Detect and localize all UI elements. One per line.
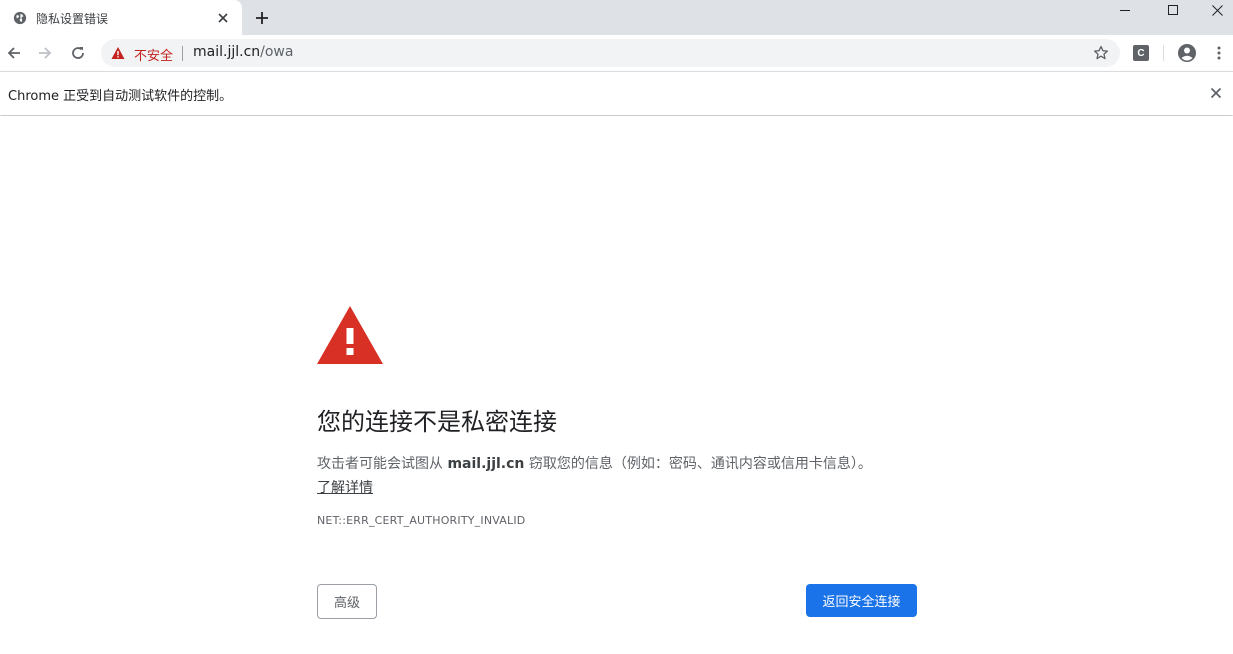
privacy-error-page: 您的连接不是私密连接 攻击者可能会试图从 mail.jjl.cn 窃取您的信息（…: [0, 116, 1233, 654]
toolbar: 不安全 mail.jjl.cn/owa C: [0, 35, 1233, 71]
infobar-message: Chrome 正受到自动测试软件的控制。: [8, 89, 233, 104]
message-prefix: 攻击者可能会试图从: [317, 456, 448, 472]
not-secure-label[interactable]: 不安全: [134, 45, 173, 64]
url-host: mail.jjl.cn: [193, 44, 261, 60]
forward-button[interactable]: [35, 43, 55, 63]
error-code[interactable]: NET::ERR_CERT_AUTHORITY_INVALID: [317, 514, 525, 527]
learn-more-link[interactable]: 了解详情: [317, 477, 373, 497]
automation-infobar: Chrome 正受到自动测试软件的控制。: [0, 71, 1233, 115]
window-close-button[interactable]: [1194, 0, 1233, 20]
minimize-icon: [1120, 10, 1130, 11]
advanced-button[interactable]: 高级: [317, 584, 377, 619]
warning-triangle-icon[interactable]: [111, 46, 125, 60]
page-title: 您的连接不是私密连接: [317, 408, 557, 436]
more-vertical-icon: [1217, 46, 1221, 60]
address-divider: [182, 46, 183, 61]
warning-triangle-large-icon: [317, 306, 383, 364]
bookmark-star-icon[interactable]: [1093, 45, 1109, 61]
extension-c-icon[interactable]: C: [1133, 45, 1149, 61]
url-text[interactable]: mail.jjl.cn/owa: [193, 44, 293, 60]
reload-icon: [72, 47, 84, 59]
tab-active[interactable]: 隐私设置错误: [0, 0, 242, 35]
window-maximize-button[interactable]: [1150, 0, 1196, 20]
chrome-menu-button[interactable]: [1211, 43, 1227, 63]
infobar-close-icon[interactable]: [1210, 87, 1222, 99]
new-tab-plus-icon[interactable]: [253, 9, 271, 27]
address-bar[interactable]: 不安全 mail.jjl.cn/owa: [101, 39, 1120, 67]
close-icon: [1211, 4, 1223, 16]
back-button[interactable]: [4, 43, 24, 63]
toolbar-divider: [1163, 45, 1164, 61]
tab-strip: 隐私设置错误: [0, 0, 1233, 35]
url-path: /owa: [260, 44, 294, 60]
arrow-left-icon: [7, 47, 20, 59]
arrow-right-icon: [39, 47, 52, 59]
window-minimize-button[interactable]: [1102, 0, 1148, 20]
profile-avatar-icon[interactable]: [1177, 43, 1197, 63]
back-to-safety-button[interactable]: 返回安全连接: [806, 584, 917, 617]
reload-button[interactable]: [68, 43, 88, 63]
tab-title: 隐私设置错误: [36, 12, 109, 26]
tab-close-icon[interactable]: [216, 11, 230, 25]
maximize-icon: [1168, 5, 1178, 15]
error-explanation: 攻击者可能会试图从 mail.jjl.cn 窃取您的信息（例如：密码、通讯内容或…: [317, 453, 872, 473]
message-suffix: 窃取您的信息（例如：密码、通讯内容或信用卡信息）。: [524, 456, 872, 472]
globe-icon: [13, 11, 27, 25]
message-host: mail.jjl.cn: [447, 456, 525, 472]
